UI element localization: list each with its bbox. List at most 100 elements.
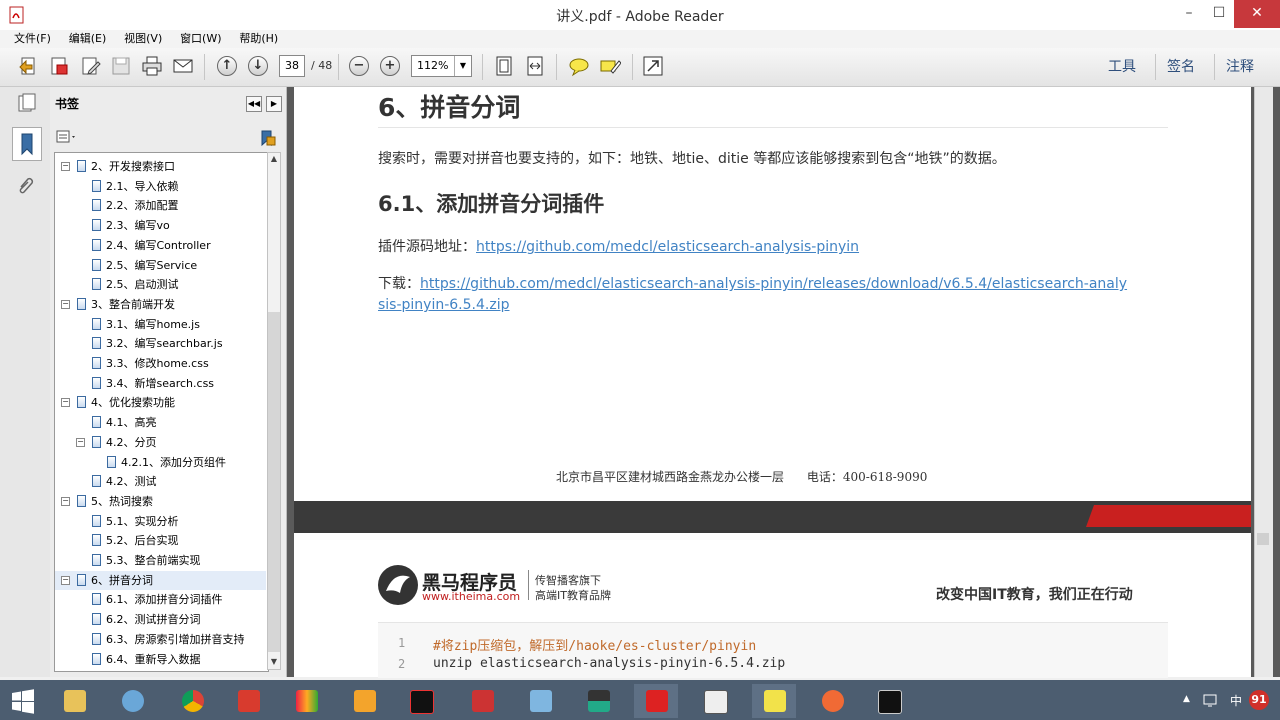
zoom-in-icon[interactable]: + <box>380 56 400 76</box>
bookmark-item[interactable]: 3.3、修改home.css <box>55 354 266 373</box>
print-icon[interactable] <box>141 55 163 77</box>
fit-width-icon[interactable] <box>524 55 546 77</box>
comment-icon[interactable] <box>568 55 590 77</box>
bookmark-item[interactable]: 6.2、测试拼音分词 <box>55 610 266 629</box>
collapse-toggle-icon[interactable]: − <box>61 496 70 506</box>
document-viewer-icon[interactable] <box>692 684 736 718</box>
menu-view[interactable]: 视图(V) <box>124 30 162 48</box>
bookmark-item[interactable]: 3.1、编写home.js <box>55 315 266 334</box>
page-number-input[interactable]: 38 <box>279 55 305 77</box>
virtualbox-icon[interactable] <box>518 684 562 718</box>
collapse-toggle-icon[interactable]: − <box>61 398 70 408</box>
create-pdf-icon[interactable] <box>48 55 70 77</box>
bookmark-icon <box>92 376 101 389</box>
chrome-icon[interactable] <box>170 684 214 718</box>
expand-panel-icon[interactable]: ▶ <box>266 96 282 112</box>
bookmark-item[interactable]: 2.4、编写Controller <box>55 236 266 255</box>
next-page-icon[interactable]: ↓ <box>248 56 268 76</box>
bookmark-item[interactable]: 6.4、重新导入数据 <box>55 650 266 669</box>
source-link[interactable]: https://github.com/medcl/elasticsearch-a… <box>476 239 859 255</box>
sign-button[interactable]: 签名 <box>1167 56 1195 76</box>
zoom-select[interactable]: 112% ▼ <box>411 55 472 77</box>
collapse-toggle-icon[interactable]: − <box>61 299 70 309</box>
file-explorer-icon[interactable] <box>52 684 96 718</box>
full-screen-icon[interactable] <box>642 55 664 77</box>
paint-icon[interactable] <box>110 684 154 718</box>
xmind-icon[interactable] <box>226 684 270 718</box>
scroll-down-icon[interactable]: ▼ <box>268 656 280 668</box>
bookmark-item[interactable]: 3.2、编写searchbar.js <box>55 334 266 353</box>
bookmark-item[interactable]: 6.1、添加拼音分词插件 <box>55 590 266 609</box>
recorder-icon[interactable] <box>752 684 796 718</box>
bookmarks-panel-icon[interactable] <box>12 127 42 161</box>
collapse-toggle-icon[interactable]: − <box>76 437 85 447</box>
email-icon[interactable] <box>172 55 194 77</box>
scroll-up-icon[interactable]: ▲ <box>268 153 280 165</box>
network-icon[interactable] <box>1202 692 1218 708</box>
bookmark-item[interactable]: − 3、整合前端开发 <box>55 295 266 314</box>
document-scrollbar[interactable] <box>1254 87 1273 677</box>
menu-edit[interactable]: 编辑(E) <box>69 30 107 48</box>
menu-file[interactable]: 文件(F) <box>14 30 51 48</box>
bookmark-item[interactable]: 2.5、启动测试 <box>55 275 266 294</box>
windows-start-icon[interactable] <box>10 688 36 714</box>
winrar-icon[interactable] <box>284 684 328 718</box>
save-icon[interactable] <box>110 55 132 77</box>
notes-icon[interactable] <box>460 684 504 718</box>
bookmark-item[interactable]: − 6、拼音分词 <box>55 570 266 590</box>
collapse-toggle-icon[interactable]: − <box>61 575 70 585</box>
postman-icon[interactable] <box>810 684 854 718</box>
bookmark-item[interactable]: − 4.2、分页 <box>55 433 266 452</box>
fit-page-icon[interactable] <box>493 55 515 77</box>
bookmark-item[interactable]: 2.3、编写vo <box>55 216 266 235</box>
zoom-out-icon[interactable]: − <box>349 56 369 76</box>
notification-badge[interactable]: 91 <box>1249 690 1269 710</box>
download-link-cont[interactable]: sis-pinyin-6.5.4.zip <box>378 297 509 313</box>
bookmark-item[interactable]: 5.2、后台实现 <box>55 531 266 550</box>
code-line-number: 2 <box>398 657 406 671</box>
page-thumbnails-icon[interactable] <box>16 92 38 114</box>
bookmark-options-icon[interactable] <box>56 129 78 145</box>
document-scroll-thumb[interactable] <box>1257 533 1269 545</box>
screen-capture-icon[interactable] <box>576 684 620 718</box>
download-link[interactable]: https://github.com/medcl/elasticsearch-a… <box>420 276 1127 292</box>
menu-window[interactable]: 窗口(W) <box>180 30 221 48</box>
bookmark-item[interactable]: 2.2、添加配置 <box>55 196 266 215</box>
minimize-button[interactable]: – <box>1174 0 1204 28</box>
bookmark-item[interactable]: 4.1、高亮 <box>55 413 266 432</box>
bookmark-label: 2.5、启动测试 <box>106 278 179 292</box>
bookmark-item[interactable]: 6.3、房源索引增加拼音支持 <box>55 630 266 649</box>
attachments-icon[interactable] <box>15 173 37 195</box>
comment-button[interactable]: 注释 <box>1226 56 1254 76</box>
tray-expand-icon[interactable]: ▲ <box>1183 694 1190 704</box>
menu-help[interactable]: 帮助(H) <box>239 30 278 48</box>
ime-indicator[interactable]: 中 <box>1230 692 1242 709</box>
collapse-toggle-icon[interactable]: − <box>61 162 70 171</box>
maximize-button[interactable]: ☐ <box>1204 0 1234 28</box>
edit-pdf-icon[interactable] <box>80 55 102 77</box>
bookmark-item[interactable]: 5.3、整合前端实现 <box>55 551 266 570</box>
close-button[interactable]: ✕ <box>1234 0 1280 28</box>
bookmark-item[interactable]: 2.1、导入依赖 <box>55 177 266 196</box>
sublime-icon[interactable] <box>342 684 386 718</box>
bookmark-item[interactable]: 4.2、测试 <box>55 472 266 491</box>
bookmark-item[interactable]: − 5、热词搜索 <box>55 492 266 511</box>
bookmark-icon <box>77 573 86 586</box>
open-file-icon[interactable] <box>18 55 40 77</box>
previous-page-icon[interactable]: ↑ <box>217 56 237 76</box>
bookmark-item[interactable]: 5.1、实现分析 <box>55 512 266 531</box>
intellij-icon[interactable] <box>398 684 442 718</box>
bookmarks-scroll-thumb[interactable] <box>268 312 280 652</box>
highlight-icon[interactable] <box>599 55 622 77</box>
tools-button[interactable]: 工具 <box>1108 56 1136 76</box>
adobe-reader-taskbar-icon[interactable] <box>634 684 678 718</box>
bookmark-item[interactable]: − 2、开发搜索接口 <box>55 157 266 176</box>
chevron-down-icon[interactable]: ▼ <box>454 56 471 76</box>
bookmark-item[interactable]: 2.5、编写Service <box>55 256 266 275</box>
bookmark-item[interactable]: − 4、优化搜索功能 <box>55 393 266 412</box>
bookmark-item[interactable]: 4.2.1、添加分页组件 <box>55 453 266 472</box>
new-bookmark-icon[interactable] <box>258 129 276 147</box>
bookmark-item[interactable]: 3.4、新增search.css <box>55 374 266 393</box>
terminal-icon[interactable] <box>866 684 910 718</box>
collapse-panel-icon[interactable]: ◀◀ <box>246 96 262 112</box>
